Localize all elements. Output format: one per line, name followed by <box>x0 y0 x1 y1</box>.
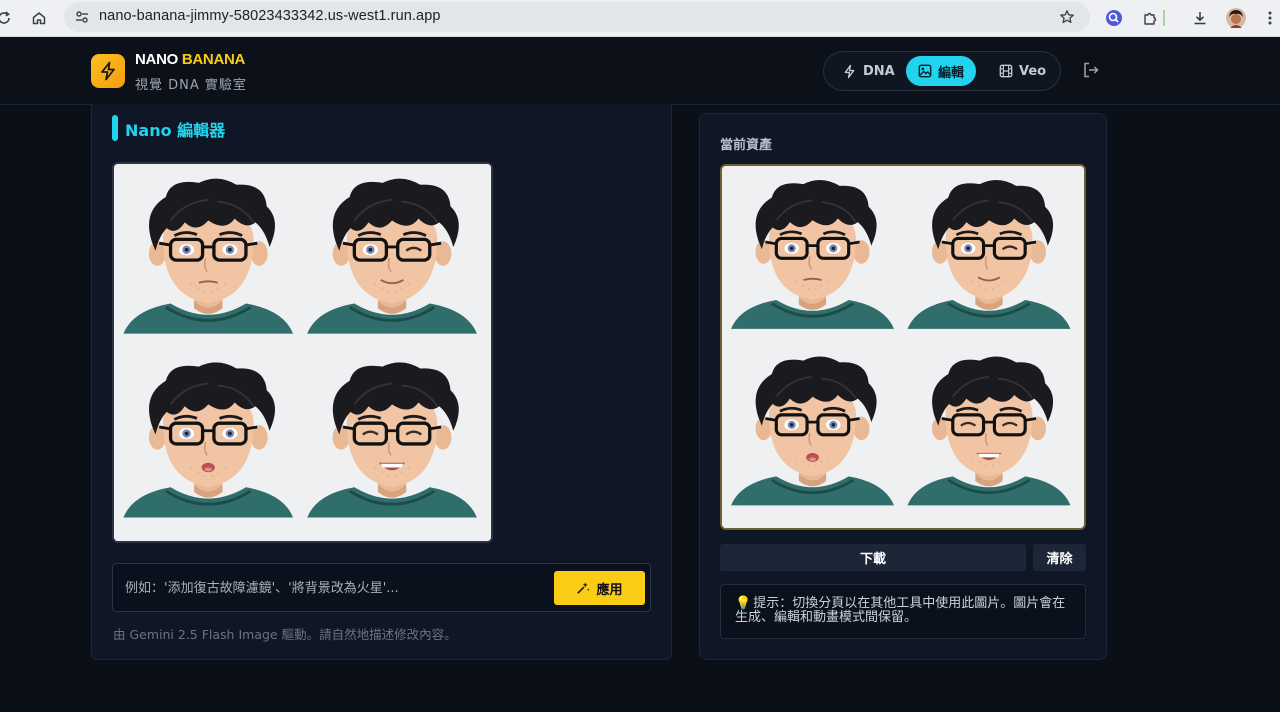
tab-veo-label: Veo <box>1019 63 1047 79</box>
site-settings-icon[interactable] <box>72 7 92 27</box>
lightbulb-icon: 💡 <box>735 596 752 611</box>
title-accent-bar <box>112 115 118 141</box>
tip-box: 💡 提示：切換分頁以在其他工具中使用此圖片。圖片會在生成、編輯和動畫模式間保留。 <box>720 584 1086 639</box>
menu-icon[interactable] <box>1258 6 1280 30</box>
app-header: NANO BANANA 視覺 DNA 實驗室 DNA 編輯 Veo <box>0 37 1280 105</box>
toolbar-divider <box>1163 10 1165 26</box>
download-icon[interactable] <box>1188 6 1212 30</box>
film-icon <box>999 64 1013 78</box>
home-icon[interactable] <box>27 6 51 30</box>
profile-avatar[interactable] <box>1224 6 1248 30</box>
image-icon <box>918 64 932 78</box>
brand-subtitle: 視覺 DNA 實驗室 <box>135 78 247 93</box>
editor-title: Nano 編輯器 <box>125 121 226 140</box>
url-text[interactable]: nano-banana-jimmy-58023433342.us-west1.r… <box>99 8 441 24</box>
lightning-logo-icon <box>91 54 125 88</box>
asset-label: 當前資產 <box>720 138 773 153</box>
tab-edit-label: 編輯 <box>938 65 965 81</box>
tab-veo[interactable]: Veo <box>987 56 1058 86</box>
current-asset-image <box>720 164 1086 530</box>
powered-by-note: 由 Gemini 2.5 Flash Image 驅動。請自然地描述修改內容。 <box>113 627 457 642</box>
lightning-icon <box>842 64 857 79</box>
tab-dna-label: DNA <box>863 63 895 79</box>
logout-icon[interactable] <box>1080 59 1102 81</box>
prompt-input[interactable] <box>125 574 545 602</box>
apply-button-label: 應用 <box>596 581 623 597</box>
bookmark-star-icon[interactable] <box>1056 6 1078 28</box>
download-button[interactable]: 下載 <box>720 544 1026 571</box>
reload-icon[interactable] <box>0 6 16 30</box>
mode-nav: DNA 編輯 Veo <box>823 51 1061 91</box>
clear-button[interactable]: 清除 <box>1033 544 1086 571</box>
extension-icon[interactable] <box>1102 6 1126 30</box>
prompt-bar: 應用 <box>112 563 651 612</box>
sparkle-icon <box>576 581 591 595</box>
tab-dna[interactable]: DNA <box>830 56 907 86</box>
address-bar[interactable]: nano-banana-jimmy-58023433342.us-west1.r… <box>64 2 1090 32</box>
apply-button[interactable]: 應用 <box>554 571 645 605</box>
puzzle-icon[interactable] <box>1138 6 1162 30</box>
editor-image <box>112 162 493 543</box>
tip-text: 提示：切換分頁以在其他工具中使用此圖片。圖片會在生成、編輯和動畫模式間保留。 <box>735 596 1066 625</box>
browser-toolbar: nano-banana-jimmy-58023433342.us-west1.r… <box>0 0 1280 37</box>
brand-title: NANO BANANA <box>135 51 246 68</box>
tab-edit[interactable]: 編輯 <box>906 56 977 86</box>
